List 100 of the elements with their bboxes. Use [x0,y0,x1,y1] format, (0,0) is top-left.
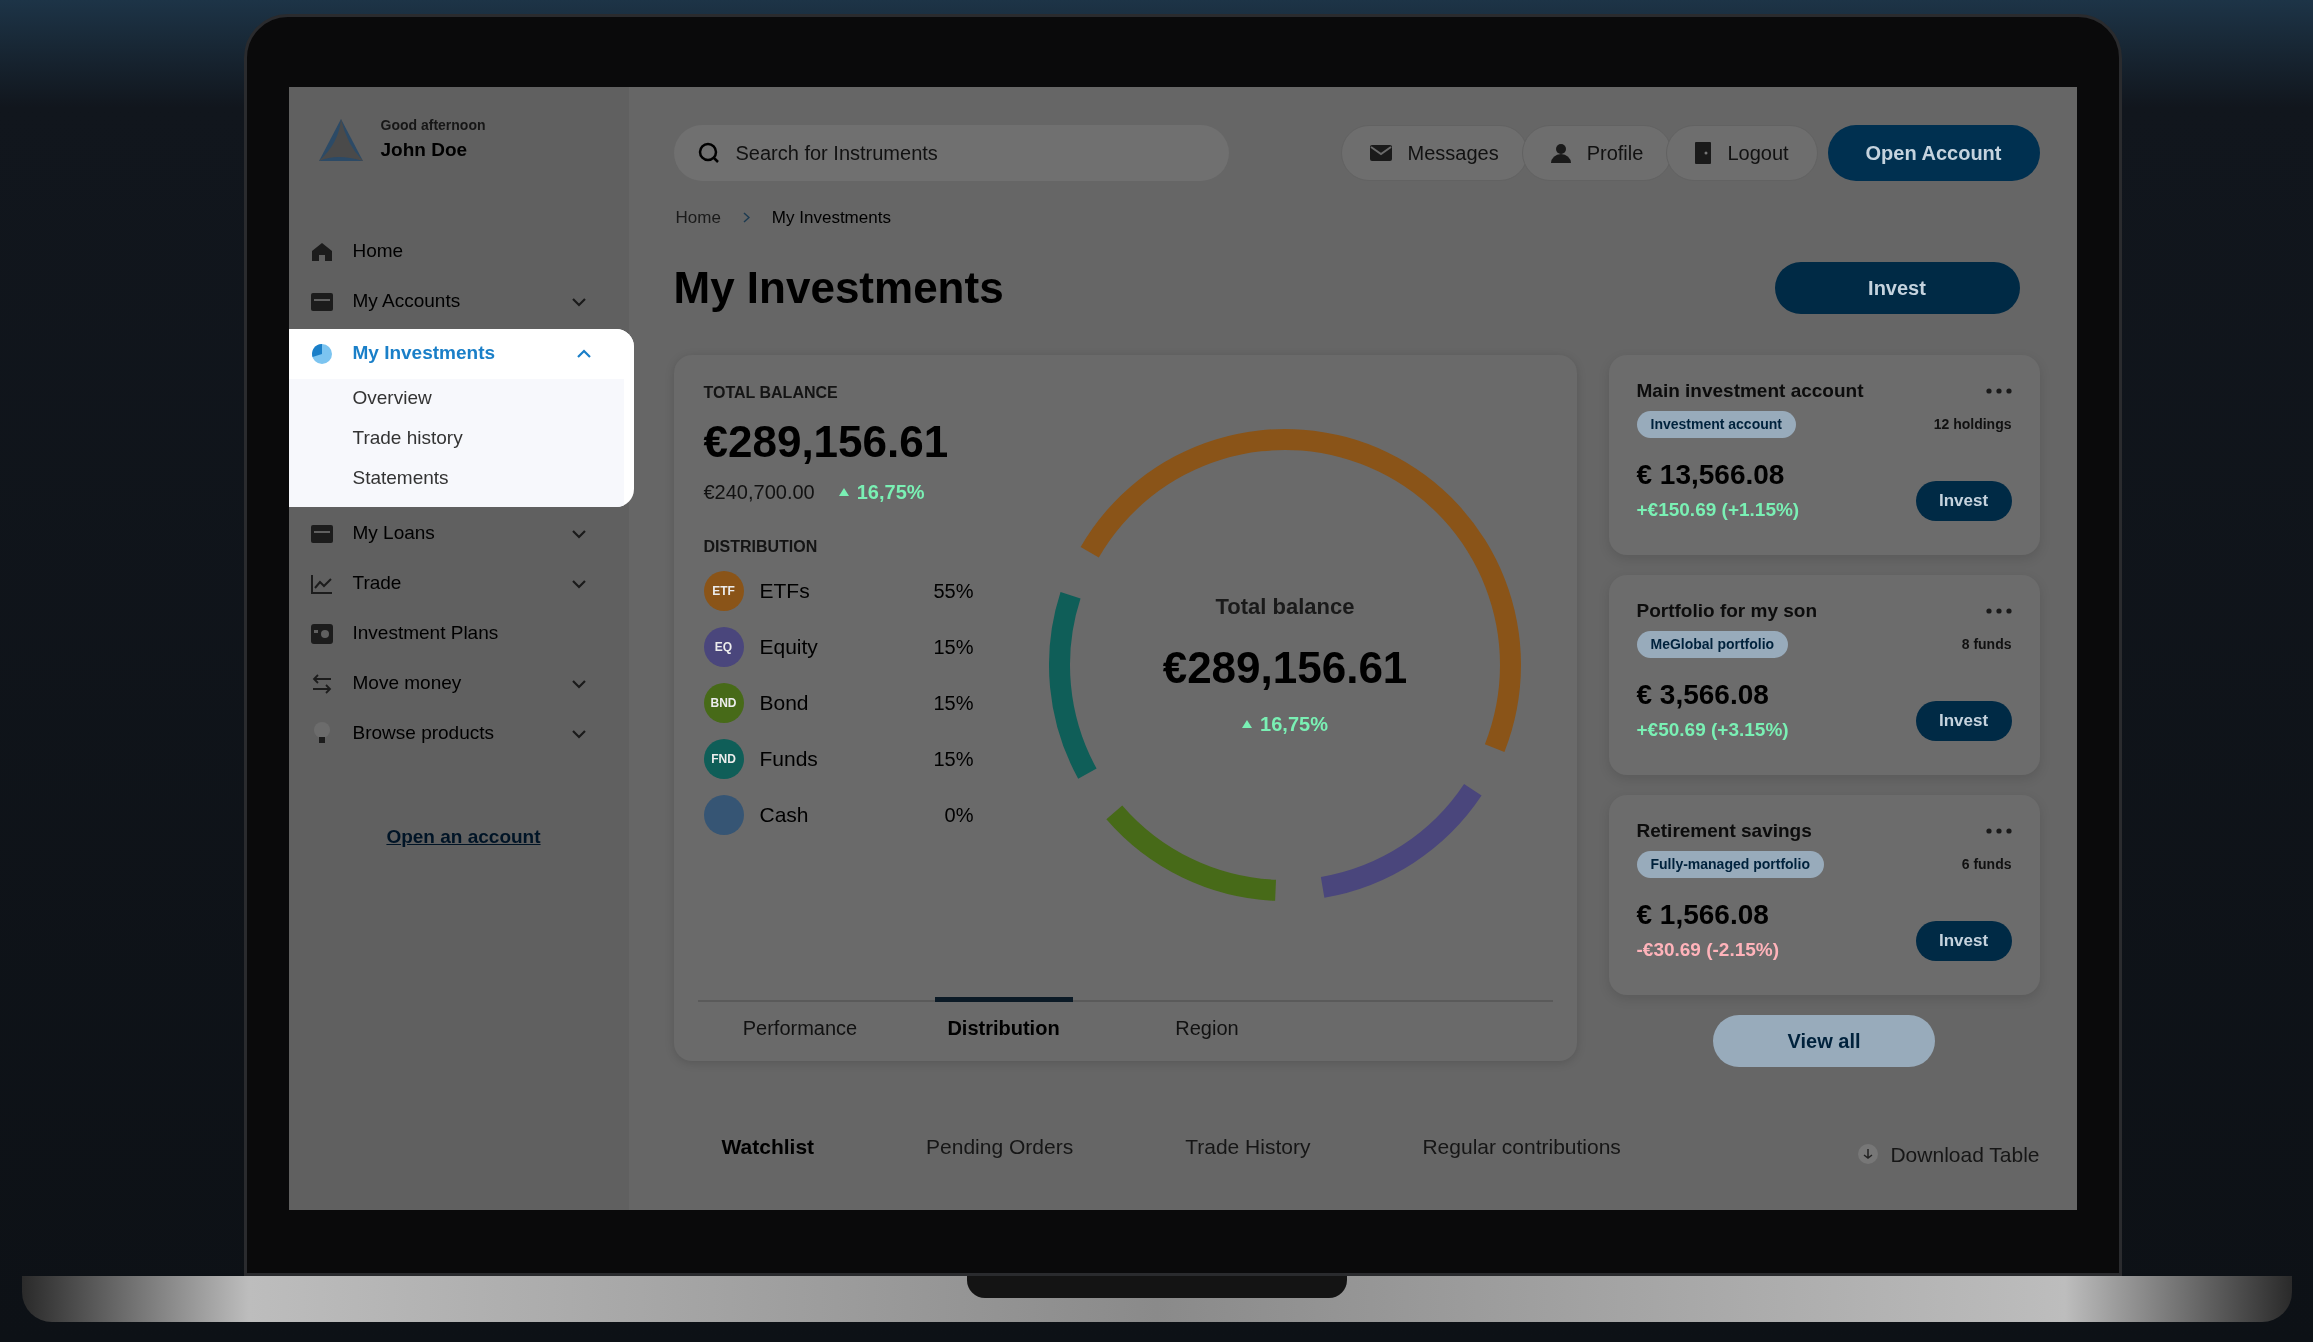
nav-label: Home [352,239,405,264]
account-amount: € 13,566.08 [1636,458,1786,492]
account-change: -€30.69 (-2.15%) [1636,938,1781,962]
more-icon[interactable] [1985,827,2012,834]
invest-button[interactable]: Invest [1915,700,2012,741]
holdings-count: 6 funds [1961,855,2012,874]
bottom-tab[interactable]: Regular contributions [1422,1130,1621,1162]
invest-button[interactable]: Invest [1915,480,2012,521]
card-icon [310,292,333,311]
holdings-count: 12 holdings [1933,415,2012,434]
asset-name: Funds [759,745,819,772]
card-tab[interactable]: Distribution [934,996,1073,1055]
nav-item[interactable]: Investment Plans [288,608,629,659]
chevron-down-icon [570,678,587,689]
open-account-link[interactable]: Open an account [386,822,541,851]
search-icon [697,142,720,164]
nav-label: Browse products [352,721,495,746]
chevron-up-icon [575,348,592,359]
section-label: DISTRIBUTION [703,536,819,557]
more-icon[interactable] [1985,607,2012,614]
nav-item[interactable]: Browse products [288,708,629,759]
card-tab[interactable]: Region [1104,996,1310,1055]
account-title: Retirement savings [1636,818,1813,843]
pie-chart-icon [310,342,333,365]
invested-amount: €240,700.00 [703,479,815,505]
download-table-button[interactable]: Download Table [1858,1138,2040,1170]
nav-item[interactable]: Move money [288,658,629,709]
page-title: My Investments [673,261,1004,314]
safe-icon [310,623,333,644]
home-icon [310,241,333,262]
open-account-button[interactable]: Open Account [1827,125,2040,181]
up-triangle-icon [838,487,849,496]
breadcrumb-item: My Investments [771,207,891,229]
asset-share: 55% [933,578,974,604]
asset-share: 15% [933,746,974,772]
more-icon[interactable] [1985,387,2012,394]
transfer-arrows-icon [310,672,333,695]
search-field[interactable]: Search for Instruments [673,125,1229,181]
bottom-tab[interactable]: Trade History [1185,1130,1311,1162]
nav-label: Trade [352,571,403,596]
bottom-tab[interactable]: Watchlist [721,1130,815,1162]
nav-label: Investment Plans [352,621,500,646]
invest-button[interactable]: Invest [1915,920,2012,961]
up-triangle-icon [1242,720,1253,728]
account-change: +€50.69 (+3.15%) [1636,718,1790,742]
view-all-button[interactable]: View all [1713,1014,1935,1067]
account-amount: € 1,566.08 [1636,898,1770,932]
nav-label: My Accounts [352,289,462,314]
person-icon [1550,143,1571,163]
nav-label: My Loans [352,521,436,546]
asset-share: 15% [933,690,974,716]
account-tag: MeGlobal portfolio [1636,631,1789,658]
nav-item[interactable]: My Loans [288,508,629,559]
greeting-text: Good afternoon [380,116,486,135]
door-icon [1695,142,1712,164]
card-icon [310,524,333,543]
line-chart-icon [310,573,333,594]
user-name: John Doe [380,138,469,162]
account-tag: Investment account [1636,411,1796,438]
download-icon [1858,1144,1879,1165]
holdings-count: 8 funds [1961,635,2012,654]
nav-label: Move money [352,671,463,696]
submenu-item[interactable]: Statements [288,458,624,499]
asset-name: Cash [759,801,810,828]
account-change: +€150.69 (+1.15%) [1636,498,1801,522]
balance-change: 16,75% [856,479,925,505]
bottom-tab[interactable]: Pending Orders [926,1130,1074,1162]
donut-change: 16,75% [1260,712,1328,737]
asset-name: Bond [759,689,810,716]
envelope-icon [1369,145,1392,161]
account-tag: Fully-managed portfolio [1636,851,1824,878]
card-tab[interactable]: Performance [697,996,903,1055]
submenu-item[interactable]: Trade history [288,418,624,459]
donut-label: Total balance [1215,593,1355,621]
nav-item[interactable]: Home [288,226,629,277]
account-amount: € 3,566.08 [1636,678,1770,712]
total-balance: €289,156.61 [703,415,950,468]
asset-share: 0% [944,802,974,828]
chevron-right-icon [742,212,750,224]
section-label: TOTAL BALANCE [703,382,839,403]
submenu-item[interactable]: Overview [288,378,624,419]
chevron-down-icon [570,296,587,307]
invest-button[interactable]: Invest [1774,261,2020,314]
account-title: Portfolio for my son [1636,598,1818,623]
asset-name: Equity [759,633,819,660]
asset-share: 15% [933,634,974,660]
topbar-button[interactable]: Logout [1666,125,1818,181]
nav-item[interactable]: Trade [288,558,629,609]
asset-badge: ETF [703,570,744,611]
chevron-down-icon [570,578,587,589]
asset-badge: FND [703,738,744,779]
search-input[interactable]: Search for Instruments [735,138,1205,168]
nav-item[interactable]: My Accounts [288,276,629,327]
asset-name: ETFs [759,577,811,604]
breadcrumb-item[interactable]: Home [675,205,721,231]
asset-badge: EQ [703,626,744,667]
asset-badge: BND [703,682,744,723]
account-title: Main investment account [1636,378,1865,403]
nav-label: My Investments [352,341,497,366]
chevron-down-icon [570,728,587,739]
